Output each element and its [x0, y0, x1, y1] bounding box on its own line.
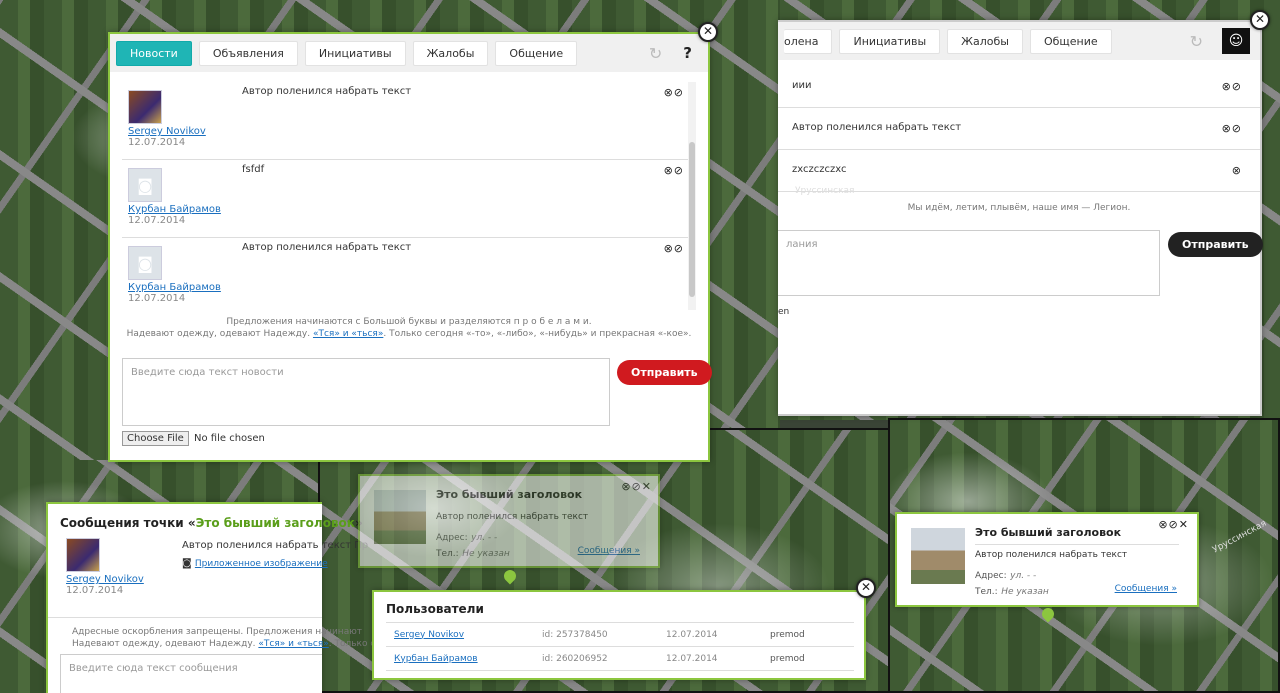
item-actions-icon[interactable]: ⊗⊘	[1222, 122, 1242, 135]
list-item: ◙ Курбан Байрамов 12.07.2014 fsfdf ⊗⊘	[122, 160, 696, 238]
item-text: Автор поленился набрать текст Пр	[182, 540, 369, 551]
item-text: fsfdf	[242, 164, 265, 175]
tab-partial[interactable]: олена	[784, 28, 833, 54]
file-status: No file chosen	[194, 433, 265, 444]
list-item: Автор поленился набрать текст ⊗⊘	[778, 108, 1260, 150]
partial-text: en	[778, 307, 790, 317]
avatar	[66, 538, 100, 572]
close-icon[interactable]: ✕	[698, 22, 718, 42]
author-link[interactable]: Курбан Байрамов	[128, 204, 690, 215]
tab-complaints[interactable]: Жалобы	[412, 40, 489, 66]
popup-title: Это бывший заголовок	[975, 526, 1122, 539]
item-actions-icon[interactable]: ⊗	[1232, 164, 1242, 177]
table-row[interactable]: Курбан Байрамов id: 260206952 12.07.2014…	[386, 647, 854, 671]
message-list[interactable]: иии ⊗⊘ Автор поленился набрать текст ⊗⊘ …	[778, 66, 1260, 192]
tab-announcements[interactable]: Объявления	[198, 40, 298, 66]
item-date: 12.07.2014	[128, 293, 186, 304]
list-item: Sergey Novikov 12.07.2014 Автор поленилс…	[122, 82, 696, 160]
point-thumbnail[interactable]	[911, 528, 965, 584]
list-item: иии ⊗⊘	[778, 66, 1260, 108]
news-input[interactable]: Введите сюда текст новости	[122, 358, 610, 426]
rules-hint: Предложения начинаются с Большой буквы и…	[126, 317, 692, 339]
users-panel: Пользователи Sergey Novikov id: 25737845…	[372, 590, 866, 680]
item-date: 12.07.2014	[128, 137, 186, 148]
refresh-icon[interactable]: ↻	[649, 44, 662, 63]
author-link[interactable]: Sergey Novikov	[66, 574, 304, 585]
user-link[interactable]: Sergey Novikov	[394, 630, 464, 640]
list-item: ◙ Курбан Байрамов 12.07.2014 Автор полен…	[122, 238, 696, 310]
send-button[interactable]: Отправить	[617, 360, 712, 385]
news-list[interactable]: Sergey Novikov 12.07.2014 Автор поленилс…	[122, 82, 696, 310]
tab-initiatives[interactable]: Инициативы	[839, 28, 941, 54]
camera-icon: ◙	[128, 246, 162, 280]
point-thumbnail[interactable]	[374, 490, 426, 544]
point-messages-panel: Сообщения точки «Это бывший заголовок» S…	[46, 502, 381, 693]
popup-actions-icon[interactable]: ⊗⊘✕	[1158, 518, 1189, 531]
map-point-popup: Это бывший заголовок ⊗⊘✕ Автор поленился…	[358, 474, 660, 568]
panel-title: Сообщения точки «Это бывший заголовок»	[60, 516, 363, 530]
scrollbar[interactable]	[688, 82, 696, 310]
messages-link[interactable]: Сообщения »	[1115, 584, 1177, 594]
messages-link[interactable]: Сообщения »	[578, 546, 640, 556]
news-panel: Новости Объявления Инициативы Жалобы Общ…	[108, 32, 712, 462]
popup-actions-icon[interactable]: ⊗⊘✕	[621, 480, 652, 493]
item-actions-icon[interactable]: ⊗⊘	[664, 164, 684, 177]
item-actions-icon[interactable]: ⊗⊘	[664, 242, 684, 255]
panel-title: Пользователи	[386, 602, 484, 616]
tab-bar: Новости Объявления Инициативы Жалобы Общ…	[110, 34, 708, 72]
tab-bar: олена Инициативы Жалобы Общение ↻ ☺	[778, 22, 1260, 60]
refresh-icon[interactable]: ↻	[1190, 32, 1203, 51]
choose-file-button[interactable]: Choose File	[122, 431, 189, 446]
users-table: Sergey Novikov id: 257378450 12.07.2014 …	[386, 622, 854, 671]
avatar	[128, 90, 162, 124]
message-input[interactable]: лания	[778, 230, 1160, 296]
send-button[interactable]: Отправить	[1168, 232, 1263, 257]
attachment-link[interactable]: Приложенное изображение	[195, 559, 328, 569]
list-item: Sergey Novikov 12.07.2014 Автор поленилс…	[48, 538, 368, 618]
camera-icon: ◙	[128, 168, 162, 202]
rules-hint: Адресные оскорбления запрещены. Предложе…	[72, 627, 381, 649]
table-row[interactable]: Sergey Novikov id: 257378450 12.07.2014 …	[386, 622, 854, 647]
motto-hint: Мы идём, летим, плывём, наше имя — Легио…	[907, 203, 1131, 213]
close-icon[interactable]: ✕	[856, 578, 876, 598]
help-button[interactable]: ?	[683, 44, 692, 62]
item-actions-icon[interactable]: ⊗⊘	[664, 86, 684, 99]
item-date: 12.07.2014	[128, 215, 186, 226]
tab-news[interactable]: Новости	[116, 40, 192, 66]
camera-icon: ◙	[182, 558, 192, 569]
tab-communication[interactable]: Общение	[495, 40, 578, 66]
author-link[interactable]: Курбан Байрамов	[128, 282, 690, 293]
file-picker[interactable]: Choose File No file chosen	[122, 431, 265, 446]
user-link[interactable]: Курбан Байрамов	[394, 654, 478, 664]
item-text: Автор поленился набрать текст	[242, 86, 412, 97]
close-icon[interactable]: ✕	[1250, 10, 1270, 30]
tab-complaints[interactable]: Жалобы	[947, 28, 1023, 54]
rules-link[interactable]: «Тся» и «ться»	[258, 639, 328, 649]
popup-title: Это бывший заголовок	[436, 488, 583, 501]
communication-panel: олена Инициативы Жалобы Общение ↻ ☺ иии …	[778, 20, 1263, 416]
map-point-popup: Это бывший заголовок ⊗⊘✕ Автор поленился…	[895, 512, 1199, 607]
street-label: Уруссинская	[1211, 518, 1269, 556]
item-text: Автор поленился набрать текст	[242, 242, 412, 253]
tab-initiatives[interactable]: Инициативы	[304, 40, 406, 66]
author-link[interactable]: Sergey Novikov	[128, 126, 690, 137]
message-input[interactable]: Введите сюда текст сообщения	[60, 654, 322, 693]
avatar[interactable]: ☺	[1222, 28, 1250, 54]
rules-link[interactable]: «Тся» и «ться»	[313, 329, 383, 339]
tab-communication[interactable]: Общение	[1029, 28, 1112, 54]
street-label: Уруссинская	[795, 186, 855, 196]
item-date: 12.07.2014	[66, 585, 124, 596]
item-actions-icon[interactable]: ⊗⊘	[1222, 80, 1242, 93]
